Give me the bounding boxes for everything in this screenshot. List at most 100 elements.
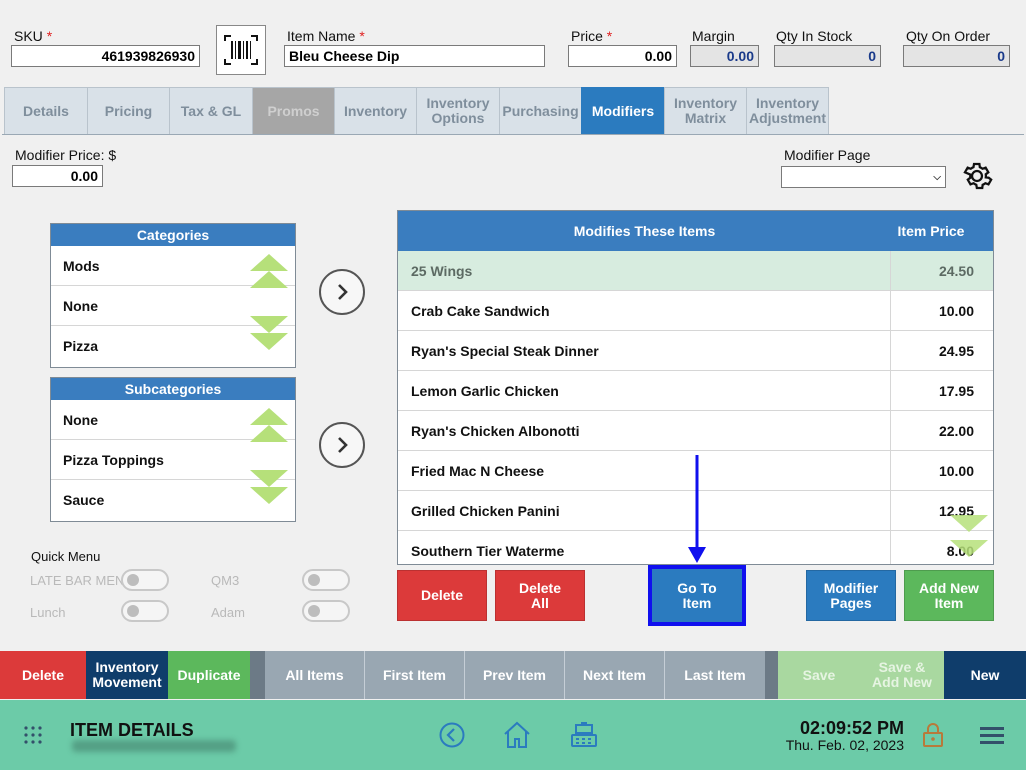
column-header-item: Modifies These Items xyxy=(573,223,716,239)
item-name-cell: Ryan's Special Steak Dinner xyxy=(398,331,891,370)
menu-icon[interactable] xyxy=(980,726,1004,744)
tab-details[interactable]: Details xyxy=(4,87,87,135)
tab-pricing[interactable]: Pricing xyxy=(87,87,169,135)
item-name-cell: 25 Wings xyxy=(398,251,891,290)
first-item-button[interactable]: First Item xyxy=(365,651,465,699)
tab-tax-gl[interactable]: Tax & GL xyxy=(169,87,252,135)
item-name-field[interactable]: Bleu Cheese Dip xyxy=(284,45,545,67)
item-price-cell: 24.95 xyxy=(938,342,974,359)
sku-label: SKU * xyxy=(14,28,53,44)
item-price-cell: 17.95 xyxy=(938,382,974,399)
delete-item-button[interactable]: Delete xyxy=(0,651,86,699)
quick-menu-toggle[interactable] xyxy=(302,569,350,591)
chevron-right-icon xyxy=(338,284,348,300)
quick-menu-label: Adam xyxy=(211,605,245,620)
delete-all-button[interactable]: Delete All xyxy=(495,570,585,621)
page-down-icon[interactable] xyxy=(950,515,988,532)
page-down-icon[interactable] xyxy=(250,316,288,333)
tab-bar: Details Pricing Tax & GL Promos Inventor… xyxy=(4,87,829,135)
modifier-price-label: Modifier Price: $ xyxy=(15,147,117,163)
quick-menu-label: LATE BAR MENU xyxy=(30,573,134,588)
item-price-cell: 22.00 xyxy=(938,422,974,439)
item-name-cell: Fried Mac N Cheese xyxy=(398,451,891,490)
add-new-item-button[interactable]: Add New Item xyxy=(904,570,994,621)
item-price-cell: 10.00 xyxy=(938,302,974,319)
item-name-cell: Southern Tier Waterme xyxy=(398,531,891,564)
chevron-right-icon xyxy=(338,437,348,453)
go-to-item-button[interactable]: Go To Item xyxy=(648,565,746,626)
quick-menu-toggle[interactable] xyxy=(121,569,169,591)
save-button[interactable]: Save xyxy=(778,651,860,699)
settings-button[interactable] xyxy=(960,159,994,198)
tab-promos[interactable]: Promos xyxy=(252,87,334,135)
cash-register-icon[interactable] xyxy=(569,720,599,750)
page-up-icon[interactable] xyxy=(250,271,288,288)
table-row[interactable]: Lemon Garlic Chicken 17.95 xyxy=(398,371,993,411)
tab-inventory[interactable]: Inventory xyxy=(334,87,416,135)
qty-in-stock-label: Qty In Stock xyxy=(776,28,853,44)
table-row[interactable]: Ryan's Special Steak Dinner 24.95 xyxy=(398,331,993,371)
tab-inventory-adjustment[interactable]: Inventory Adjustment xyxy=(746,87,829,135)
table-row[interactable]: 25 Wings 24.50 xyxy=(398,251,993,291)
tab-inventory-matrix[interactable]: Inventory Matrix xyxy=(664,87,746,135)
delete-button[interactable]: Delete xyxy=(397,570,487,621)
scroll-up-icon[interactable] xyxy=(250,254,288,271)
scroll-down-icon[interactable] xyxy=(950,540,988,557)
all-items-button[interactable]: All Items xyxy=(265,651,365,699)
quick-menu-toggle[interactable] xyxy=(121,600,169,622)
table-row[interactable]: Crab Cake Sandwich 10.00 xyxy=(398,291,993,331)
clock-date: Thu. Feb. 02, 2023 xyxy=(785,737,904,753)
subcategories-title: Subcategories xyxy=(51,378,295,400)
page-title: ITEM DETAILS xyxy=(70,720,194,740)
scroll-down-icon[interactable] xyxy=(250,333,288,350)
tab-divider xyxy=(2,134,1024,135)
price-label: Price * xyxy=(571,28,613,44)
next-item-button[interactable]: Next Item xyxy=(565,651,665,699)
last-item-button[interactable]: Last Item xyxy=(665,651,765,699)
item-name-cell: Grilled Chicken Panini xyxy=(398,491,891,530)
back-icon[interactable] xyxy=(439,722,465,748)
qty-on-order-field: 0 xyxy=(903,45,1010,67)
modifier-page-select[interactable]: ⌵ xyxy=(781,166,946,188)
apps-grid-icon[interactable] xyxy=(24,726,42,744)
scroll-up-icon[interactable] xyxy=(250,408,288,425)
item-name-cell: Crab Cake Sandwich xyxy=(398,291,891,330)
lock-icon[interactable] xyxy=(922,722,944,748)
modifier-pages-button[interactable]: Modifier Pages xyxy=(806,570,896,621)
categories-title: Categories xyxy=(51,224,295,246)
page-down-icon[interactable] xyxy=(250,470,288,487)
quick-menu-toggle[interactable] xyxy=(302,600,350,622)
inventory-movement-button[interactable]: Inventory Movement xyxy=(86,651,168,699)
table-header: Modifies These Items Item Price xyxy=(398,211,993,251)
duplicate-button[interactable]: Duplicate xyxy=(168,651,250,699)
new-button[interactable]: New xyxy=(944,651,1026,699)
item-price-cell: 24.50 xyxy=(938,262,974,279)
page-up-icon[interactable] xyxy=(250,425,288,442)
barcode-button[interactable] xyxy=(216,25,266,75)
barcode-icon xyxy=(224,35,258,65)
sku-field[interactable]: 461939826930 xyxy=(11,45,200,67)
prev-item-button[interactable]: Prev Item xyxy=(465,651,565,699)
qty-on-order-label: Qty On Order xyxy=(906,28,991,44)
table-row[interactable]: Ryan's Chicken Albonotti 22.00 xyxy=(398,411,993,451)
modifier-price-field[interactable]: 0.00 xyxy=(12,165,103,187)
tab-purchasing[interactable]: Purchasing xyxy=(499,87,581,135)
qty-in-stock-field: 0 xyxy=(774,45,881,67)
column-header-price: Item Price xyxy=(897,223,965,239)
quick-menu-title: Quick Menu xyxy=(31,549,101,564)
arrow-down-icon xyxy=(688,455,706,563)
add-category-button[interactable] xyxy=(319,269,365,315)
add-subcategory-button[interactable] xyxy=(319,422,365,468)
gear-icon xyxy=(963,162,993,190)
price-field[interactable]: 0.00 xyxy=(568,45,677,67)
save-add-new-button[interactable]: Save & Add New xyxy=(860,651,944,699)
bar-separator xyxy=(250,651,265,699)
tab-modifiers[interactable]: Modifiers xyxy=(581,87,664,135)
quick-menu-label: QM3 xyxy=(211,573,240,588)
scroll-down-icon[interactable] xyxy=(250,487,288,504)
chevron-down-icon: ⌵ xyxy=(933,171,941,183)
item-price-cell: 10.00 xyxy=(938,462,974,479)
home-icon[interactable] xyxy=(502,720,532,750)
tab-inventory-options[interactable]: Inventory Options xyxy=(416,87,499,135)
margin-field: 0.00 xyxy=(690,45,759,67)
